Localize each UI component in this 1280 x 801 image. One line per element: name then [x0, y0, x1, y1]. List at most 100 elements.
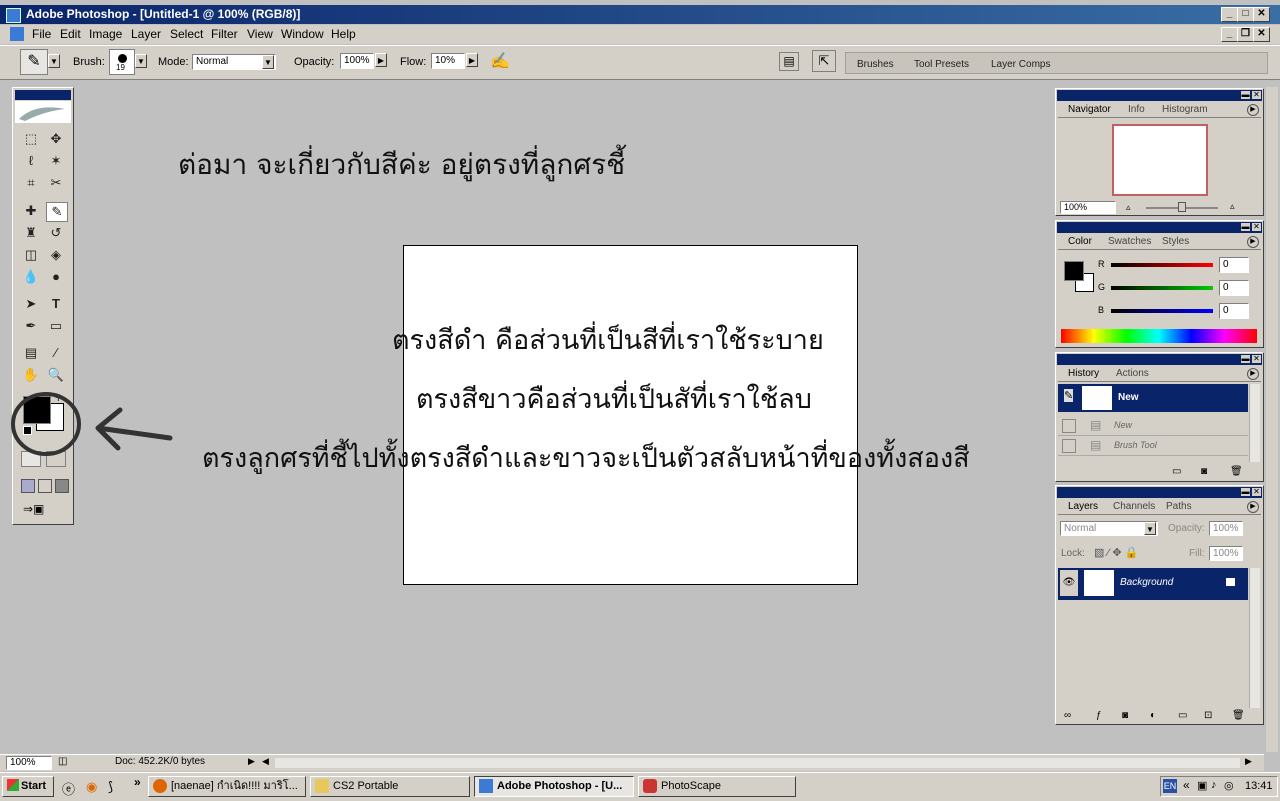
scroll-right-icon[interactable]: ▶: [1245, 756, 1252, 767]
marquee-tool-icon[interactable]: ⬚: [21, 130, 41, 148]
tab-styles[interactable]: Styles: [1162, 236, 1189, 247]
paint-bucket-tool-icon[interactable]: ◈: [46, 246, 66, 264]
delete-state-icon[interactable]: 🗑: [1230, 466, 1243, 477]
layer-mask-icon[interactable]: ◙: [1122, 710, 1128, 721]
g-slider[interactable]: [1111, 286, 1213, 290]
menu-edit[interactable]: Edit: [60, 27, 81, 41]
opacity-arrow-icon[interactable]: ▶: [375, 53, 387, 67]
history-item[interactable]: ▤ New: [1058, 417, 1248, 436]
menu-filter[interactable]: Filter: [211, 27, 238, 41]
lock-icons[interactable]: ▧ ⁄ ✥ 🔒: [1094, 546, 1138, 559]
screen-mode-full-menu-icon[interactable]: [38, 479, 52, 493]
color-fg-swatch[interactable]: [1064, 261, 1084, 281]
new-group-icon[interactable]: ▭: [1178, 710, 1187, 721]
zoom-tool-icon[interactable]: 🔍: [46, 366, 66, 384]
document-icon[interactable]: [10, 27, 24, 41]
task-photoshop[interactable]: Adobe Photoshop - [U...: [474, 776, 634, 797]
new-document-from-state-icon[interactable]: ▭: [1172, 466, 1181, 477]
status-zoom-input[interactable]: 100%: [6, 756, 52, 770]
task-firefox[interactable]: [naenae] กำเนิด!!!! มาริโ...: [148, 776, 306, 797]
r-input[interactable]: 0: [1219, 257, 1249, 273]
tray-expand-icon[interactable]: «: [1183, 778, 1190, 792]
history-snapshot-row[interactable]: ✎ New: [1058, 384, 1248, 412]
new-layer-icon[interactable]: ⊡: [1204, 710, 1212, 721]
tab-swatches[interactable]: Swatches: [1108, 236, 1151, 247]
maximize-icon[interactable]: □: [1237, 7, 1254, 22]
task-photoscape[interactable]: PhotoScape: [638, 776, 796, 797]
panel-menu-icon[interactable]: ▶: [1247, 501, 1259, 513]
menu-image[interactable]: Image: [89, 27, 122, 41]
doc-close-icon[interactable]: ✕: [1253, 27, 1270, 42]
zoom-out-icon[interactable]: ▵: [1126, 202, 1131, 213]
history-item[interactable]: ▤ Brush Tool: [1058, 437, 1248, 456]
brush-tool-icon[interactable]: ✎: [46, 202, 68, 222]
eyedropper-tool-icon[interactable]: ⁄: [46, 344, 66, 362]
ie-quicklaunch-icon[interactable]: ⓔ: [62, 779, 75, 798]
blend-dropdown-icon[interactable]: ▼: [1144, 522, 1156, 535]
history-brush-source-icon[interactable]: ✎: [1064, 389, 1074, 402]
panel-minimize-icon[interactable]: ▬: [1241, 91, 1250, 99]
firefox-quicklaunch-icon[interactable]: ◉: [86, 779, 97, 795]
flow-input[interactable]: 10%: [431, 53, 465, 69]
brush-dropdown-icon[interactable]: ▼: [135, 54, 147, 68]
status-info-icon[interactable]: ◫: [58, 756, 67, 767]
menu-select[interactable]: Select: [170, 27, 203, 41]
layer-style-icon[interactable]: ƒ: [1096, 710, 1102, 721]
history-scrollbar[interactable]: [1249, 384, 1260, 462]
well-tab-brushes[interactable]: Brushes: [857, 59, 894, 70]
scroll-left-icon[interactable]: ◀: [262, 756, 269, 767]
slice-tool-icon[interactable]: ✂: [46, 174, 66, 192]
menu-layer[interactable]: Layer: [131, 27, 161, 41]
panel-menu-icon[interactable]: ▶: [1247, 236, 1259, 248]
eraser-tool-icon[interactable]: ◫: [21, 246, 41, 264]
delete-layer-icon[interactable]: 🗑: [1232, 710, 1245, 721]
path-selection-tool-icon[interactable]: ➤: [21, 295, 41, 313]
dodge-tool-icon[interactable]: ●: [46, 268, 66, 286]
brush-tool-preset-icon[interactable]: ✎: [20, 49, 48, 75]
mode-dropdown-icon[interactable]: ▼: [262, 55, 274, 69]
jump-to-imageready-icon[interactable]: ⇒▣: [23, 502, 63, 518]
panel-close-icon[interactable]: ✕: [1252, 488, 1261, 496]
minimize-icon[interactable]: _: [1221, 7, 1238, 22]
b-slider[interactable]: [1111, 309, 1213, 313]
navigator-preview[interactable]: [1112, 124, 1208, 196]
task-cs2-portable[interactable]: CS2 Portable: [310, 776, 470, 797]
tab-channels[interactable]: Channels: [1113, 501, 1155, 512]
flow-arrow-icon[interactable]: ▶: [466, 53, 478, 67]
panel-menu-icon[interactable]: ▶: [1247, 368, 1259, 380]
panel-close-icon[interactable]: ✕: [1252, 223, 1261, 231]
panel-close-icon[interactable]: ✕: [1252, 91, 1261, 99]
screen-mode-standard-icon[interactable]: [21, 479, 35, 493]
fill-input[interactable]: 100%: [1209, 546, 1243, 561]
lasso-tool-icon[interactable]: ℓ: [21, 152, 41, 170]
tab-navigator[interactable]: Navigator: [1068, 104, 1111, 115]
zoom-in-icon[interactable]: ▵: [1230, 201, 1235, 212]
adobe-feather-logo[interactable]: [15, 101, 71, 123]
brush-picker[interactable]: 19: [109, 49, 135, 75]
start-button[interactable]: Start: [2, 776, 54, 797]
adjustment-layer-icon[interactable]: ◐: [1150, 710, 1156, 721]
well-tab-layer-comps[interactable]: Layer Comps: [991, 59, 1050, 70]
panel-menu-icon[interactable]: ▶: [1247, 104, 1259, 116]
tab-paths[interactable]: Paths: [1166, 501, 1192, 512]
doc-restore-icon[interactable]: ❐: [1237, 27, 1254, 42]
go-to-bridge-icon[interactable]: ⇱: [812, 50, 836, 72]
clone-stamp-tool-icon[interactable]: ♜: [21, 224, 41, 242]
tab-info[interactable]: Info: [1128, 104, 1145, 115]
history-checkbox[interactable]: [1062, 419, 1076, 433]
tray-app-icon[interactable]: ◎: [1224, 779, 1234, 792]
move-tool-icon[interactable]: ✥: [46, 130, 66, 148]
panel-close-icon[interactable]: ✕: [1252, 355, 1261, 363]
layer-row-background[interactable]: 👁 Background: [1058, 568, 1248, 600]
language-indicator[interactable]: EN: [1163, 779, 1177, 793]
acrobat-quicklaunch-icon[interactable]: ⟆: [108, 779, 113, 795]
palette-menu-icon[interactable]: ▤: [779, 52, 799, 71]
opacity-input[interactable]: 100%: [340, 53, 374, 69]
quicklaunch-expand-icon[interactable]: »: [134, 775, 141, 789]
type-tool-icon[interactable]: T: [46, 295, 66, 313]
well-tab-tool-presets[interactable]: Tool Presets: [914, 59, 969, 70]
panel-minimize-icon[interactable]: ▬: [1241, 223, 1250, 231]
healing-brush-tool-icon[interactable]: ✚: [21, 202, 41, 220]
new-snapshot-icon[interactable]: ◙: [1201, 466, 1207, 477]
tab-histogram[interactable]: Histogram: [1162, 104, 1208, 115]
